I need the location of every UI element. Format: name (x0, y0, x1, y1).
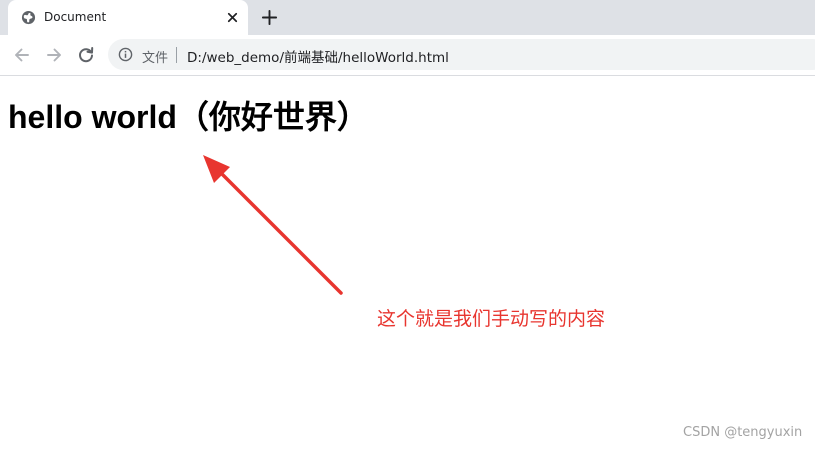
address-bar[interactable]: 文件 D:/web_demo/前端基础/helloWorld.html (108, 39, 815, 70)
tab-strip: Document (0, 0, 815, 35)
plus-icon[interactable] (261, 9, 278, 26)
tab-title: Document (44, 10, 107, 24)
annotation-note: 这个就是我们手动写的内容 (377, 308, 606, 330)
reload-icon[interactable] (76, 45, 96, 65)
url-divider (176, 47, 177, 63)
arrow-right-icon[interactable] (44, 45, 64, 65)
close-icon[interactable] (225, 10, 240, 25)
browser-toolbar: 文件 D:/web_demo/前端基础/helloWorld.html (0, 35, 815, 76)
watermark: CSDN @tengyuxin (683, 425, 803, 440)
file-scheme-label: 文件 (142, 51, 169, 66)
page-heading: hello world（你好世界） (8, 99, 369, 135)
arrow-left-icon[interactable] (12, 45, 32, 65)
url-text[interactable]: D:/web_demo/前端基础/helloWorld.html (187, 46, 449, 66)
tab-document[interactable]: Document (8, 0, 248, 35)
globe-icon (21, 10, 36, 25)
info-icon[interactable] (118, 47, 133, 62)
